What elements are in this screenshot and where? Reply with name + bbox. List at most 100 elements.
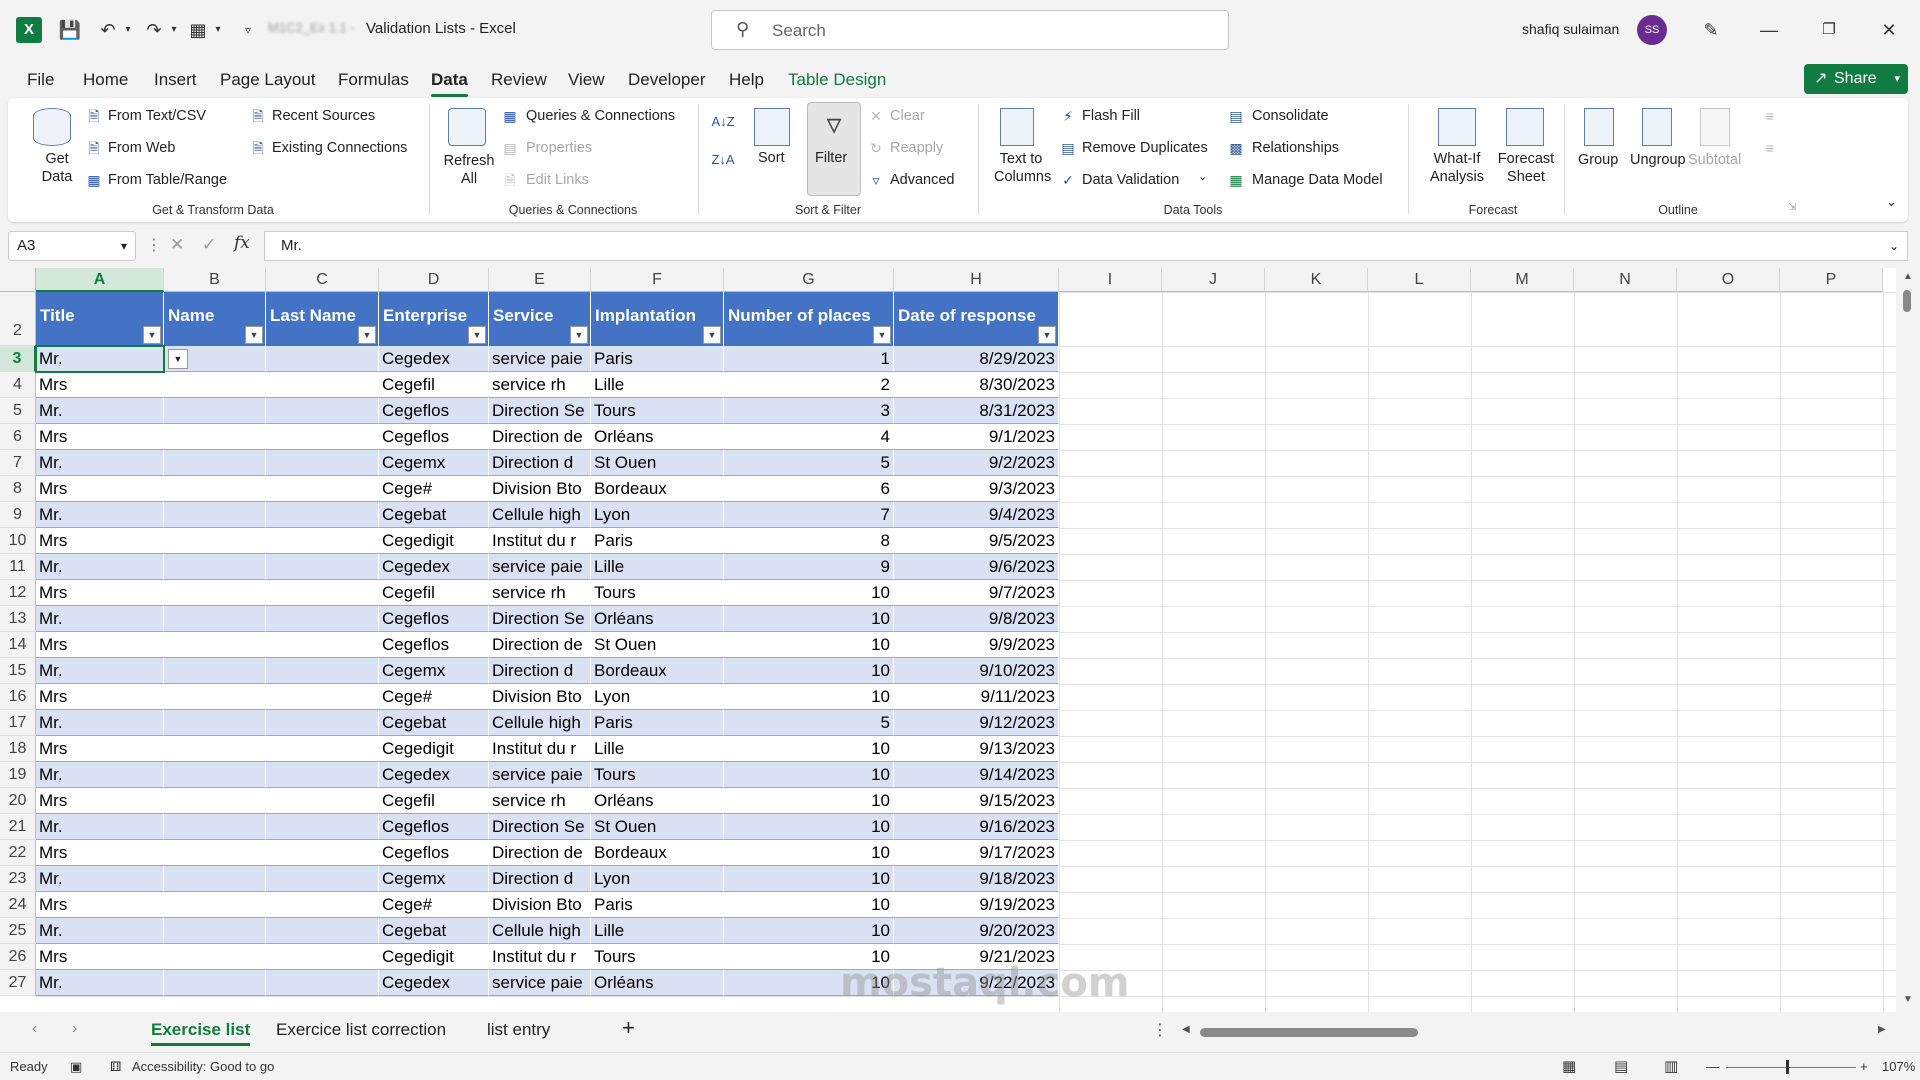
queries-connections-button[interactable]: Queries & Connections (526, 108, 675, 124)
formula-input[interactable]: Mr. ⌄ (264, 231, 1908, 261)
table-cell[interactable] (266, 346, 379, 372)
row-header[interactable]: 11 (0, 554, 36, 580)
table-cell[interactable] (266, 970, 379, 996)
table-cell[interactable]: Bordeaux (591, 658, 724, 684)
sort-button[interactable]: Sort (758, 150, 785, 166)
table-cell[interactable]: Cegemx (379, 866, 489, 892)
table-cell[interactable]: 9 (724, 554, 894, 580)
filter-button[interactable]: Filter (815, 150, 847, 166)
table-cell[interactable]: Cegeflos (379, 840, 489, 866)
table-cell[interactable]: 8/30/2023 (894, 372, 1059, 398)
zoom-in-icon[interactable]: + (1860, 1059, 1868, 1074)
table-cell[interactable]: Mr. (36, 606, 164, 632)
table-cell[interactable]: 10 (724, 892, 894, 918)
chevron-down-icon[interactable]: ⌄ (1198, 170, 1207, 183)
table-cell[interactable]: St Ouen (591, 814, 724, 840)
table-cell[interactable]: 9/13/2023 (894, 736, 1059, 762)
table-cell[interactable]: 9/17/2023 (894, 840, 1059, 866)
table-cell[interactable]: Lille (591, 736, 724, 762)
share-button[interactable]: ↗ Share ▾ (1804, 64, 1908, 94)
table-cell[interactable] (266, 476, 379, 502)
sort-descending-icon[interactable]: Z↓A (710, 150, 736, 170)
tab-view[interactable]: View (568, 70, 605, 90)
table-cell[interactable] (266, 606, 379, 632)
table-cell[interactable]: 10 (724, 918, 894, 944)
column-header[interactable]: D (379, 268, 489, 292)
tab-formulas[interactable]: Formulas (338, 70, 409, 90)
scroll-down-icon[interactable]: ▼ (1903, 994, 1913, 1005)
table-cell[interactable]: service paie (489, 346, 591, 372)
table-cell[interactable]: Cegebat (379, 502, 489, 528)
table-cell[interactable] (266, 554, 379, 580)
undo-dropdown-icon[interactable]: ▾ (116, 18, 140, 42)
vertical-scroll-thumb[interactable] (1903, 290, 1911, 312)
from-table-range-button[interactable]: From Table/Range (108, 172, 227, 188)
table-cell[interactable]: 9/1/2023 (894, 424, 1059, 450)
enter-icon[interactable]: ✓ (202, 235, 216, 255)
table-cell[interactable] (266, 502, 379, 528)
table-cell[interactable]: 8 (724, 528, 894, 554)
table-cell[interactable]: Cellule high (489, 918, 591, 944)
user-name[interactable]: shafiq sulaiman (1522, 21, 1619, 37)
table-cell[interactable]: Paris (591, 528, 724, 554)
table-cell[interactable]: Mrs (36, 736, 164, 762)
table-cell[interactable]: Cegedex (379, 762, 489, 788)
collapse-ribbon-icon[interactable]: ⌄ (1886, 194, 1897, 210)
table-cell[interactable]: 9/20/2023 (894, 918, 1059, 944)
form-dropdown-icon[interactable]: ▾ (206, 18, 230, 42)
row-header[interactable]: 23 (0, 866, 36, 892)
scroll-right-icon[interactable]: ▶ (1878, 1024, 1886, 1035)
table-cell[interactable]: 10 (724, 580, 894, 606)
table-cell[interactable] (164, 814, 266, 840)
table-cell[interactable]: Cege# (379, 892, 489, 918)
clear-button[interactable]: Clear (890, 108, 925, 124)
table-cell[interactable]: Mrs (36, 684, 164, 710)
table-cell[interactable]: Division Bto (489, 476, 591, 502)
column-header[interactable]: A (36, 268, 164, 292)
table-cell[interactable]: 4 (724, 424, 894, 450)
select-all-corner[interactable] (0, 268, 36, 292)
forecast-sheet-button[interactable]: Forecast Sheet (1496, 150, 1556, 186)
table-cell[interactable] (164, 892, 266, 918)
sheet-tab-exercise-list[interactable]: Exercise list (151, 1020, 251, 1046)
table-cell[interactable]: 9/4/2023 (894, 502, 1059, 528)
row-header[interactable]: 20 (0, 788, 36, 814)
column-header[interactable]: E (489, 268, 591, 292)
normal-view-icon[interactable]: ▦ (1562, 1057, 1576, 1075)
table-cell[interactable]: 9/14/2023 (894, 762, 1059, 788)
avatar[interactable]: SS (1637, 15, 1667, 45)
table-cell[interactable] (164, 866, 266, 892)
table-cell[interactable] (266, 840, 379, 866)
redo-dropdown-icon[interactable]: ▾ (162, 18, 186, 42)
remove-duplicates-button[interactable]: Remove Duplicates (1082, 140, 1208, 156)
properties-button[interactable]: Properties (526, 140, 592, 156)
horizontal-scroll-thumb[interactable] (1200, 1028, 1418, 1037)
table-cell[interactable] (266, 372, 379, 398)
table-cell[interactable]: 10 (724, 606, 894, 632)
row-header[interactable]: 14 (0, 632, 36, 658)
table-cell[interactable]: Mrs (36, 424, 164, 450)
table-cell[interactable]: 9/16/2023 (894, 814, 1059, 840)
row-header[interactable]: 26 (0, 944, 36, 970)
table-cell[interactable]: 10 (724, 736, 894, 762)
table-cell[interactable]: Mr. (36, 450, 164, 476)
table-cell[interactable]: Cegedex (379, 554, 489, 580)
chevron-down-icon[interactable]: ▾ (121, 232, 127, 260)
table-cell[interactable] (164, 450, 266, 476)
zoom-slider[interactable] (1726, 1067, 1856, 1068)
table-cell[interactable]: Mrs (36, 476, 164, 502)
scroll-left-icon[interactable]: ◀ (1182, 1024, 1190, 1035)
what-if-analysis-button[interactable]: What-If Analysis (1420, 150, 1494, 186)
table-cell[interactable]: 9/18/2023 (894, 866, 1059, 892)
filter-dropdown-icon[interactable]: ▼ (358, 326, 376, 344)
row-header[interactable]: 7 (0, 450, 36, 476)
table-cell[interactable] (266, 424, 379, 450)
table-cell[interactable] (266, 450, 379, 476)
column-header[interactable]: M (1471, 268, 1574, 292)
cancel-icon[interactable]: ✕ (170, 235, 184, 255)
table-cell[interactable]: 7 (724, 502, 894, 528)
table-cell[interactable] (164, 944, 266, 970)
table-cell[interactable]: 9/2/2023 (894, 450, 1059, 476)
table-cell[interactable]: Lille (591, 372, 724, 398)
table-cell[interactable]: 9/9/2023 (894, 632, 1059, 658)
